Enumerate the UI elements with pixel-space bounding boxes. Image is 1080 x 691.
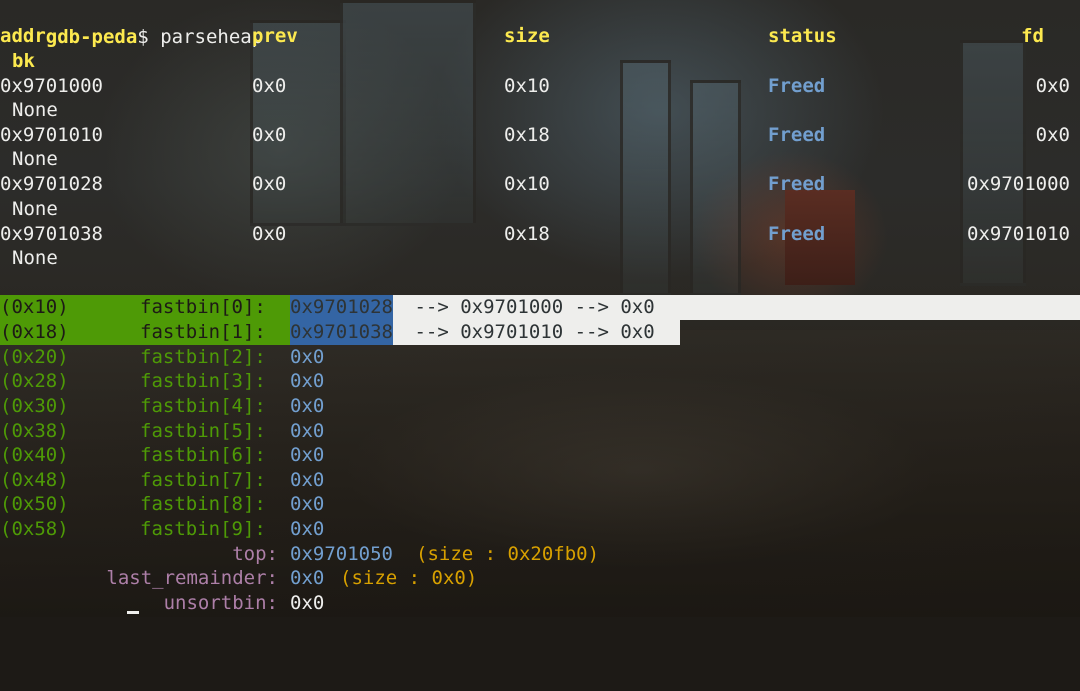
fastbin-label: fastbin[3]: bbox=[140, 370, 266, 392]
cell-bk: None bbox=[12, 198, 58, 220]
top-chunk-line: top: 0x9701050 (size : 0x20fb0) bbox=[0, 542, 1080, 567]
fastbin-head: 0x0 bbox=[290, 370, 325, 392]
top-addr: 0x9701050 bbox=[290, 543, 393, 565]
header-addr: addr bbox=[0, 25, 46, 47]
cell-status: Freed bbox=[768, 173, 826, 195]
fastbin-label: fastbin[6]: bbox=[140, 444, 266, 466]
text-cursor bbox=[127, 611, 139, 614]
cell-addr: 0x9701038 bbox=[0, 223, 103, 245]
cell-addr: 0x9701000 bbox=[0, 75, 103, 97]
cell-prev: 0x0 bbox=[252, 173, 287, 195]
unsortbin-line: unsortbin: 0x0 bbox=[0, 591, 1080, 616]
cell-status: Freed bbox=[768, 223, 826, 245]
fastbin-row-selected[interactable]: (0x10) fastbin[0]: 0x9701028 --> 0x97010… bbox=[0, 295, 680, 320]
fastbin-row: (0x50) fastbin[8]: 0x0 bbox=[0, 492, 1080, 517]
terminal-window[interactable]: gdb-peda$ parseheap addr prev size statu… bbox=[0, 0, 1080, 617]
fastbin-size: (0x50) bbox=[0, 493, 69, 515]
top-label: top: bbox=[232, 543, 278, 565]
table-row-wrap: None bbox=[0, 147, 1080, 172]
table-row: 0x9701038 0x0 0x18 Freed 0x9701010 bbox=[0, 222, 1080, 247]
prompt-line-parseheap: gdb-peda$ parseheap bbox=[0, 0, 1080, 48]
fastbin-label: fastbin[9]: bbox=[140, 518, 266, 540]
fastbin-size: (0x38) bbox=[0, 420, 69, 442]
fastbin-row: (0x20) fastbin[2]: 0x0 bbox=[0, 345, 1080, 370]
cell-bk: None bbox=[12, 99, 58, 121]
parseheap-header-wrap: bk bbox=[0, 49, 1080, 74]
cell-size: 0x18 bbox=[504, 124, 550, 146]
cell-fd: 0x0 bbox=[1035, 124, 1070, 146]
table-row: 0x9701028 0x0 0x10 Freed 0x9701000 bbox=[0, 172, 1080, 197]
cell-addr: 0x9701028 bbox=[0, 173, 103, 195]
parseheap-header: addr prev size status fd bbox=[0, 24, 1080, 49]
fastbin-head: 0x0 bbox=[290, 444, 325, 466]
fastbin-label: fastbin[5]: bbox=[140, 420, 266, 442]
fastbin-head: 0x0 bbox=[290, 469, 325, 491]
cell-bk: None bbox=[12, 148, 58, 170]
table-row: 0x9701010 0x0 0x18 Freed 0x0 bbox=[0, 123, 1080, 148]
fastbin-label: fastbin[1]: bbox=[140, 321, 266, 343]
header-status: status bbox=[768, 25, 837, 47]
fastbin-size: (0x40) bbox=[0, 444, 69, 466]
fastbin-row: (0x38) fastbin[5]: 0x0 bbox=[0, 419, 1080, 444]
fastbin-head: 0x0 bbox=[290, 395, 325, 417]
fastbin-chain: --> 0x9701000 --> 0x0 bbox=[403, 296, 655, 318]
fastbin-label: fastbin[0]: bbox=[140, 296, 266, 318]
fastbin-label: fastbin[8]: bbox=[140, 493, 266, 515]
fastbin-label: fastbin[4]: bbox=[140, 395, 266, 417]
fastbin-head: 0x9701038 bbox=[290, 320, 393, 345]
cell-size: 0x18 bbox=[504, 223, 550, 245]
fastbin-head: 0x0 bbox=[290, 493, 325, 515]
header-prev: prev bbox=[252, 25, 298, 47]
fastbin-size: (0x10) bbox=[0, 296, 69, 318]
cell-prev: 0x0 bbox=[252, 124, 287, 146]
cell-fd: 0x9701000 bbox=[967, 173, 1070, 195]
header-size: size bbox=[504, 25, 550, 47]
cell-prev: 0x0 bbox=[252, 75, 287, 97]
selection-extent bbox=[680, 295, 1080, 320]
fastbin-head: 0x0 bbox=[290, 518, 325, 540]
prompt-line-heapinfo: gdb-peda$ heapinfo bbox=[0, 271, 1080, 319]
table-row: 0x9701000 0x0 0x10 Freed 0x0 bbox=[0, 74, 1080, 99]
fastbin-row: (0x48) fastbin[7]: 0x0 bbox=[0, 468, 1080, 493]
cell-fd: 0x9701010 bbox=[967, 223, 1070, 245]
fastbin-row: (0x40) fastbin[6]: 0x0 bbox=[0, 443, 1080, 468]
fastbin-size: (0x20) bbox=[0, 346, 69, 368]
fastbin-label: fastbin[2]: bbox=[140, 346, 266, 368]
cell-size: 0x10 bbox=[504, 173, 550, 195]
fastbin-size: (0x28) bbox=[0, 370, 69, 392]
table-row-wrap: None bbox=[0, 98, 1080, 123]
fastbin-head: 0x0 bbox=[290, 420, 325, 442]
unsortbin-value: 0x0 bbox=[290, 592, 325, 614]
cell-fd: 0x0 bbox=[1035, 75, 1070, 97]
fastbin-row-selected[interactable]: (0x18) fastbin[1]: 0x9701038 --> 0x97010… bbox=[0, 320, 680, 345]
fastbin-size: (0x30) bbox=[0, 395, 69, 417]
cell-status: Freed bbox=[768, 124, 826, 146]
fastbin-size: (0x48) bbox=[0, 469, 69, 491]
fastbin-row: (0x58) fastbin[9]: 0x0 bbox=[0, 517, 1080, 542]
cell-addr: 0x9701010 bbox=[0, 124, 103, 146]
cell-size: 0x10 bbox=[504, 75, 550, 97]
table-row-wrap: None bbox=[0, 197, 1080, 222]
last-remainder-addr: 0x0 bbox=[290, 567, 325, 589]
header-fd: fd bbox=[1021, 25, 1044, 47]
cell-status: Freed bbox=[768, 75, 826, 97]
last-remainder-line: last_remainder: 0x0 (size : 0x0) bbox=[0, 566, 1080, 591]
header-bk: bk bbox=[12, 50, 35, 72]
fastbin-label: fastbin[7]: bbox=[140, 469, 266, 491]
fastbin-chain: --> 0x9701010 --> 0x0 bbox=[403, 321, 655, 343]
top-size: (size : 0x20fb0) bbox=[416, 543, 600, 565]
last-remainder-size: (size : 0x0) bbox=[340, 567, 478, 589]
fastbin-size: (0x58) bbox=[0, 518, 69, 540]
last-remainder-label: last_remainder: bbox=[106, 567, 278, 589]
cell-bk: None bbox=[12, 247, 58, 269]
unsortbin-label: unsortbin: bbox=[163, 592, 278, 614]
fastbin-head: 0x0 bbox=[290, 346, 325, 368]
fastbin-head: 0x9701028 bbox=[290, 295, 393, 320]
fastbin-row: (0x30) fastbin[4]: 0x0 bbox=[0, 394, 1080, 419]
fastbin-row: (0x28) fastbin[3]: 0x0 bbox=[0, 369, 1080, 394]
table-row-wrap: None bbox=[0, 246, 1080, 271]
cell-prev: 0x0 bbox=[252, 223, 287, 245]
fastbin-size: (0x18) bbox=[0, 321, 69, 343]
